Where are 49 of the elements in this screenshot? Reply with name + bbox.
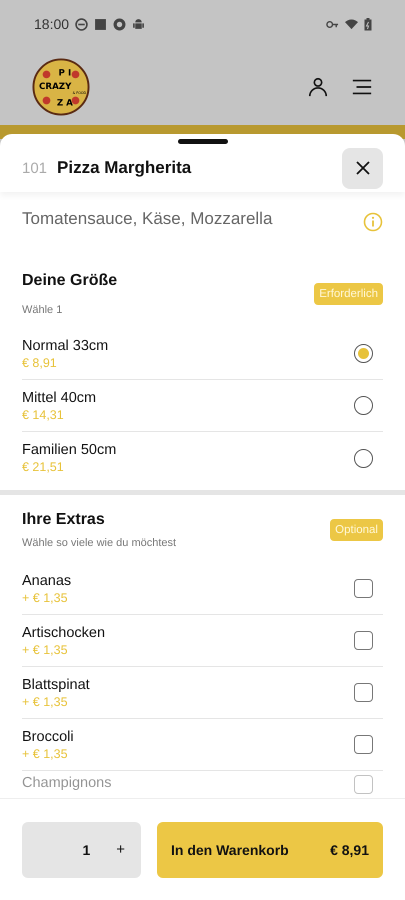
option-name: Artischocken [22, 624, 106, 640]
radio-button[interactable] [354, 396, 373, 415]
option-name: Ananas [22, 572, 72, 588]
option-price: + € 1,35 [22, 746, 69, 760]
close-button[interactable] [342, 148, 383, 188]
section-badge: Optional [330, 519, 383, 541]
option-name: Familien 50cm [22, 442, 116, 458]
add-to-cart-button[interactable]: In den Warenkorb € 8,91 [157, 822, 383, 878]
option-name: Normal 33cm [22, 338, 108, 354]
android-icon [132, 18, 146, 30]
section-subtitle: Wähle so viele wie du möchtest [22, 537, 176, 549]
option-price: + € 1,35 [22, 590, 69, 604]
wifi-icon [345, 18, 358, 30]
close-icon [354, 160, 370, 176]
logo-text: P I [58, 68, 72, 78]
increase-button[interactable]: + [112, 839, 129, 860]
option-price: € 8,91 [22, 356, 58, 370]
option-name: Mittel 40cm [22, 390, 96, 406]
checkbox[interactable] [354, 683, 373, 702]
section-subtitle: Wähle 1 [22, 304, 64, 316]
drag-handle[interactable] [178, 139, 228, 144]
product-description: Tomatensauce, Käse, Mozzarella [22, 209, 272, 229]
section-title: Ihre Extras [22, 511, 106, 529]
option-price: € 14,31 [22, 408, 65, 422]
option-price: + € 1,35 [22, 642, 69, 656]
checkbox[interactable] [354, 631, 373, 650]
section-badge: Erforderlich [314, 283, 383, 305]
square-icon [94, 18, 108, 30]
notification-icon [75, 18, 88, 30]
product-name: Pizza Margherita [57, 158, 192, 178]
battery-icon [364, 18, 372, 30]
radio-button[interactable] [354, 344, 373, 363]
quantity-stepper[interactable]: 1 + [22, 822, 141, 878]
user-icon[interactable] [307, 76, 329, 98]
option-name: Champignons [22, 775, 112, 791]
logo-text: CRAZY [39, 81, 72, 92]
sync-icon [113, 18, 126, 30]
option-price: € 21,51 [22, 460, 65, 474]
section-title: Deine Größe [22, 272, 118, 290]
checkbox[interactable] [354, 579, 373, 598]
option-name: Blattspinat [22, 676, 90, 692]
radio-button[interactable] [354, 448, 373, 468]
product-number: 101 [22, 160, 48, 176]
status-time: 18:00 [34, 16, 70, 32]
option-name: Broccoli [22, 728, 74, 744]
quantity-value: 1 [82, 842, 90, 858]
checkbox[interactable] [354, 735, 373, 754]
option-price: + € 1,35 [22, 694, 69, 708]
logo-text: Z A [56, 98, 73, 108]
